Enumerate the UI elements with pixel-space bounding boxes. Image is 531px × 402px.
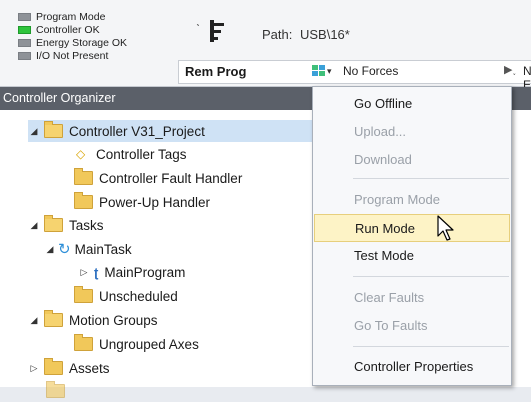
- expand-icon[interactable]: ▷: [28, 363, 40, 374]
- tree-item-label: Controller V31_Project: [69, 123, 205, 139]
- folder-icon: [74, 192, 93, 209]
- tree-item-label: Motion Groups: [69, 312, 158, 328]
- menu-item-controller-properties[interactable]: Controller Properties: [314, 353, 510, 379]
- status-program-mode: Program Mode: [18, 10, 127, 23]
- tree-item-label: Unscheduled: [99, 288, 178, 304]
- forces-dropdown-icon[interactable]: ▶˯: [504, 63, 516, 76]
- mouse-pointer-icon: [437, 215, 454, 241]
- tree-item-main-task[interactable]: ◢ ↻ MainTask: [44, 238, 132, 260]
- menu-item-label: Go Offline: [354, 96, 413, 111]
- menu-item-label: Upload...: [354, 124, 407, 139]
- status-label: Energy Storage OK: [36, 36, 128, 49]
- menu-item-upload[interactable]: Upload...: [314, 118, 510, 144]
- tree-item-motion-groups[interactable]: ◢ Motion Groups: [28, 309, 158, 331]
- path-value: USB\16*: [299, 27, 350, 42]
- menu-item-label: Run Mode: [355, 221, 415, 236]
- controller-status-menu: Go Offline Upload... Download Program Mo…: [312, 86, 512, 386]
- folder-icon: [74, 168, 93, 185]
- path-label: Path:: [262, 27, 293, 42]
- status-led-icon: [18, 38, 31, 47]
- menu-separator: [353, 276, 509, 277]
- tree-item-label: Controller Fault Handler: [99, 170, 243, 186]
- expand-icon[interactable]: ◢: [28, 126, 40, 137]
- tree-item-label: Power-Up Handler: [99, 194, 211, 210]
- status-io: I/O Not Present: [18, 49, 127, 62]
- tree-item-controller[interactable]: ◢ Controller V31_Project: [28, 120, 312, 142]
- menu-separator: [353, 178, 509, 179]
- menu-item-test-mode[interactable]: Test Mode: [314, 242, 510, 268]
- status-controller-ok: Controller OK: [18, 23, 127, 36]
- communication-path[interactable]: Path: USB\16*: [262, 27, 350, 42]
- status-led-icon: [18, 12, 31, 21]
- menu-item-label: Download: [354, 152, 412, 167]
- forces-status: No Forces: [343, 64, 399, 78]
- status-led-icon: [18, 25, 31, 34]
- tree-item-power-up-handler[interactable]: Power-Up Handler: [70, 191, 210, 213]
- tree-item-label: Tasks: [69, 217, 104, 233]
- expand-icon[interactable]: ◢: [28, 220, 40, 231]
- menu-item-run-mode[interactable]: Run Mode: [314, 214, 510, 242]
- tree-item-label: Controller Tags: [96, 146, 187, 162]
- tree-item-label: MainProgram: [104, 264, 186, 280]
- folder-icon: [74, 286, 93, 303]
- controller-mode-strip: Rem Prog ▾ No Forces ▶˯ No E: [178, 60, 531, 92]
- menu-item-label: Go To Faults: [354, 318, 428, 333]
- menu-item-label: Clear Faults: [354, 290, 425, 305]
- tree-item-fault-handler[interactable]: Controller Fault Handler: [70, 167, 242, 189]
- tree-item-label: MainTask: [74, 241, 132, 257]
- tag-icon: ◇: [76, 147, 86, 161]
- tree-item-label: Ungrouped Axes: [99, 336, 199, 352]
- menu-item-clear-faults[interactable]: Clear Faults: [314, 284, 510, 310]
- expand-icon[interactable]: ◢: [28, 315, 40, 326]
- tree-item-tasks[interactable]: ◢ Tasks: [28, 214, 104, 236]
- menu-item-label: Test Mode: [354, 248, 414, 263]
- chevron-down-icon[interactable]: ▾: [327, 66, 332, 77]
- folder-open-icon: [44, 215, 63, 232]
- menu-item-go-offline[interactable]: Go Offline: [314, 90, 510, 116]
- tree-item-controller-tags[interactable]: ◇ Controller Tags: [74, 143, 187, 165]
- expand-icon[interactable]: ▷: [78, 267, 90, 278]
- controller-mode-value: Rem Prog: [185, 64, 247, 79]
- folder-icon: [46, 381, 65, 398]
- menu-item-label: Controller Properties: [354, 359, 474, 374]
- status-energy-storage: Energy Storage OK: [18, 36, 127, 49]
- tree-item-unscheduled[interactable]: Unscheduled: [70, 285, 178, 307]
- status-label: Controller OK: [36, 23, 100, 36]
- folder-open-icon: [44, 121, 63, 138]
- online-toolbar: Program Mode Controller OK Energy Storag…: [0, 0, 531, 92]
- menu-item-program-mode[interactable]: Program Mode: [314, 186, 510, 212]
- status-label: Program Mode: [36, 10, 106, 23]
- tree-item-main-program[interactable]: ▷ ʈ MainProgram: [78, 261, 186, 283]
- menu-item-label: Program Mode: [354, 192, 440, 207]
- tree-item-ungrouped-axes[interactable]: Ungrouped Axes: [70, 333, 199, 355]
- menu-item-go-to-faults[interactable]: Go To Faults: [314, 312, 510, 338]
- folder-open-icon: [44, 310, 63, 327]
- task-icon: ↻: [58, 241, 71, 258]
- expand-icon[interactable]: ◢: [44, 244, 56, 255]
- controller-mode-button[interactable]: [312, 65, 326, 78]
- folder-icon: [74, 334, 93, 351]
- status-label: I/O Not Present: [36, 49, 109, 62]
- program-icon: ʈ: [94, 264, 99, 280]
- controller-status-list: Program Mode Controller OK Energy Storag…: [18, 10, 127, 62]
- tree-item-clipped: [42, 380, 71, 402]
- status-led-icon: [18, 51, 31, 60]
- network-tick-icon: ˋ: [196, 22, 200, 36]
- tree-item-label: Assets: [69, 360, 110, 376]
- folder-icon: [44, 358, 63, 375]
- organizer-title: Controller Organizer: [3, 91, 116, 105]
- tree-item-assets[interactable]: ▷ Assets: [28, 357, 110, 379]
- menu-separator: [353, 346, 509, 347]
- keyswitch-icon: [210, 20, 224, 42]
- menu-item-download[interactable]: Download: [314, 146, 510, 172]
